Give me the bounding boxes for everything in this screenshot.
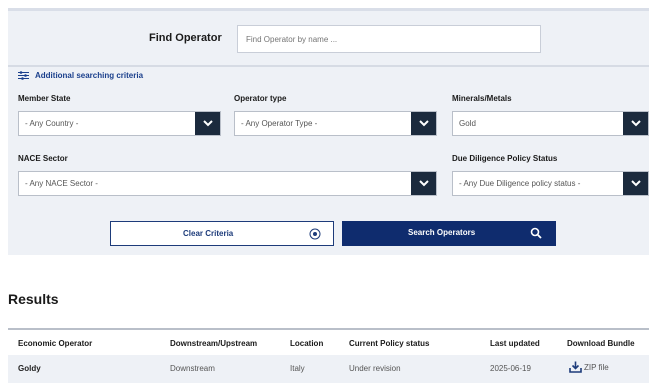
chevron-down-icon: [195, 112, 220, 135]
find-operator-label: Find Operator: [149, 32, 222, 44]
due-diligence-value: - Any Due Diligence policy status -: [459, 179, 581, 188]
results-table: Economic Operator Downstream/Upstream Lo…: [8, 328, 649, 383]
search-panel: Find Operator Additional searching crite…: [8, 8, 649, 255]
location-value: Italy: [290, 364, 305, 373]
minerals-metals-select[interactable]: Gold: [452, 111, 649, 136]
search-operators-label: Search Operators: [408, 228, 476, 237]
column-header[interactable]: Last updated: [490, 339, 540, 348]
advanced-criteria-toggle[interactable]: Additional searching criteria: [18, 71, 143, 80]
operator-type-select[interactable]: - Any Operator Type -: [234, 111, 437, 136]
operator-type-value: - Any Operator Type -: [241, 119, 318, 128]
due-diligence-select[interactable]: - Any Due Diligence policy status -: [452, 171, 649, 196]
download-icon: [569, 361, 582, 373]
download-zip-label: ZIP file: [584, 362, 609, 372]
minerals-metals-value: Gold: [459, 119, 476, 128]
minerals-metals-label: Minerals/Metals: [452, 94, 512, 103]
column-header[interactable]: Downstream/Upstream: [170, 339, 257, 348]
search-operators-button[interactable]: Search Operators: [342, 221, 556, 246]
chevron-down-icon: [623, 172, 648, 195]
table-row[interactable]: Goldy Downstream Italy Under revision 20…: [8, 355, 649, 383]
panel-divider: [8, 65, 649, 67]
due-diligence-label: Due Diligence Policy Status: [452, 154, 558, 163]
results-title: Results: [8, 291, 59, 307]
member-state-value: - Any Country -: [25, 119, 79, 128]
results-table-header: Economic Operator Downstream/Upstream Lo…: [8, 328, 649, 355]
chevron-down-icon: [411, 112, 436, 135]
clear-circle-icon: [309, 228, 321, 240]
last-updated-value: 2025-06-19: [490, 364, 531, 373]
policy-status-value: Under revision: [349, 364, 401, 373]
chevron-down-icon: [623, 112, 648, 135]
stream-value: Downstream: [170, 364, 215, 373]
search-icon: [530, 227, 542, 239]
column-header[interactable]: Economic Operator: [18, 339, 92, 348]
clear-criteria-label: Clear Criteria: [183, 229, 234, 238]
advanced-criteria-label: Additional searching criteria: [35, 71, 144, 80]
column-header[interactable]: Download Bundle: [567, 339, 635, 348]
member-state-select[interactable]: - Any Country -: [18, 111, 221, 136]
operator-name[interactable]: Goldy: [18, 364, 41, 373]
find-operator-row: Find Operator: [8, 25, 649, 55]
clear-criteria-button[interactable]: Clear Criteria: [110, 221, 334, 246]
chevron-down-icon: [411, 172, 436, 195]
column-header[interactable]: Location: [290, 339, 323, 348]
nace-sector-select[interactable]: - Any NACE Sector -: [18, 171, 437, 196]
column-header[interactable]: Current Policy status: [349, 339, 429, 348]
member-state-label: Member State: [18, 94, 71, 103]
nace-sector-label: NACE Sector: [18, 154, 68, 163]
operator-type-label: Operator type: [234, 94, 287, 103]
nace-sector-value: - Any NACE Sector -: [25, 179, 98, 188]
filter-sliders-icon: [18, 71, 29, 80]
download-zip-link[interactable]: ZIP file: [569, 361, 609, 373]
find-operator-input[interactable]: [237, 25, 541, 53]
